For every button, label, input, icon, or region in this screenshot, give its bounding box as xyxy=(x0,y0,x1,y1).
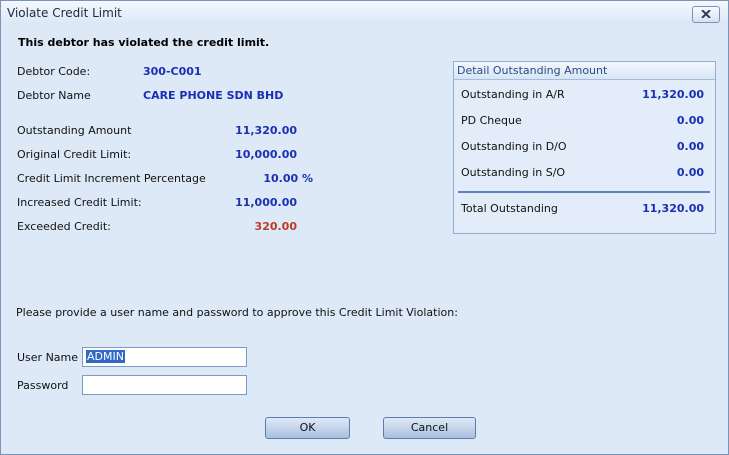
user-name-label: User Name xyxy=(17,351,79,364)
close-button[interactable] xyxy=(692,6,720,23)
increased-credit-limit-value: 11,000.00 xyxy=(235,196,297,209)
password-input[interactable] xyxy=(82,375,247,395)
detail-row-label: PD Cheque xyxy=(461,114,522,127)
detail-row-value: 0.00 xyxy=(676,114,704,127)
exceeded-credit-value: 320.00 xyxy=(254,220,297,233)
increased-credit-limit-label: Increased Credit Limit: xyxy=(17,196,142,209)
increment-percentage-label: Credit Limit Increment Percentage xyxy=(17,172,206,185)
debtor-name-label: Debtor Name xyxy=(17,89,91,102)
debtor-name-value: CARE PHONE SDN BHD xyxy=(143,89,284,102)
original-credit-limit-value: 10,000.00 xyxy=(235,148,297,161)
detail-outstanding-title-text: Detail Outstanding Amount xyxy=(457,64,608,77)
window-title: Violate Credit Limit xyxy=(7,6,122,20)
approval-prompt: Please provide a user name and password … xyxy=(16,306,458,319)
ok-button[interactable]: OK xyxy=(265,417,350,439)
debtor-code-label: Debtor Code: xyxy=(17,65,91,78)
close-icon xyxy=(701,10,711,18)
detail-row-value: 11,320.00 xyxy=(642,88,704,101)
violate-credit-limit-dialog: Violate Credit Limit This debtor has vio… xyxy=(0,0,729,455)
user-name-input[interactable]: ADMIN xyxy=(82,347,247,367)
total-separator xyxy=(458,191,710,193)
total-outstanding-label: Total Outstanding xyxy=(461,202,558,215)
dialog-body: This debtor has violated the credit limi… xyxy=(1,25,728,454)
outstanding-amount-value: 11,320.00 xyxy=(235,124,297,137)
title-bar: Violate Credit Limit xyxy=(1,1,728,25)
user-name-value: ADMIN xyxy=(86,350,125,363)
total-outstanding-value: 11,320.00 xyxy=(642,202,704,215)
outstanding-amount-label: Outstanding Amount xyxy=(17,124,132,137)
detail-outstanding-title: Detail Outstanding Amount xyxy=(454,62,715,80)
detail-row-label: Outstanding in A/R xyxy=(461,88,565,101)
detail-row-value: 0.00 xyxy=(676,140,704,153)
original-credit-limit-label: Original Credit Limit: xyxy=(17,148,132,161)
detail-outstanding-group: Detail Outstanding Amount Outstanding in… xyxy=(453,61,716,234)
cancel-button[interactable]: Cancel xyxy=(383,417,476,439)
debtor-code-value: 300-C001 xyxy=(143,65,202,78)
violation-headline: This debtor has violated the credit limi… xyxy=(18,36,270,49)
detail-row-label: Outstanding in D/O xyxy=(461,140,567,153)
detail-row-label: Outstanding in S/O xyxy=(461,166,566,179)
increment-percentage-value: 10.00 % xyxy=(263,172,313,185)
exceeded-credit-label: Exceeded Credit: xyxy=(17,220,111,233)
password-label: Password xyxy=(17,379,69,392)
detail-row-value: 0.00 xyxy=(676,166,704,179)
